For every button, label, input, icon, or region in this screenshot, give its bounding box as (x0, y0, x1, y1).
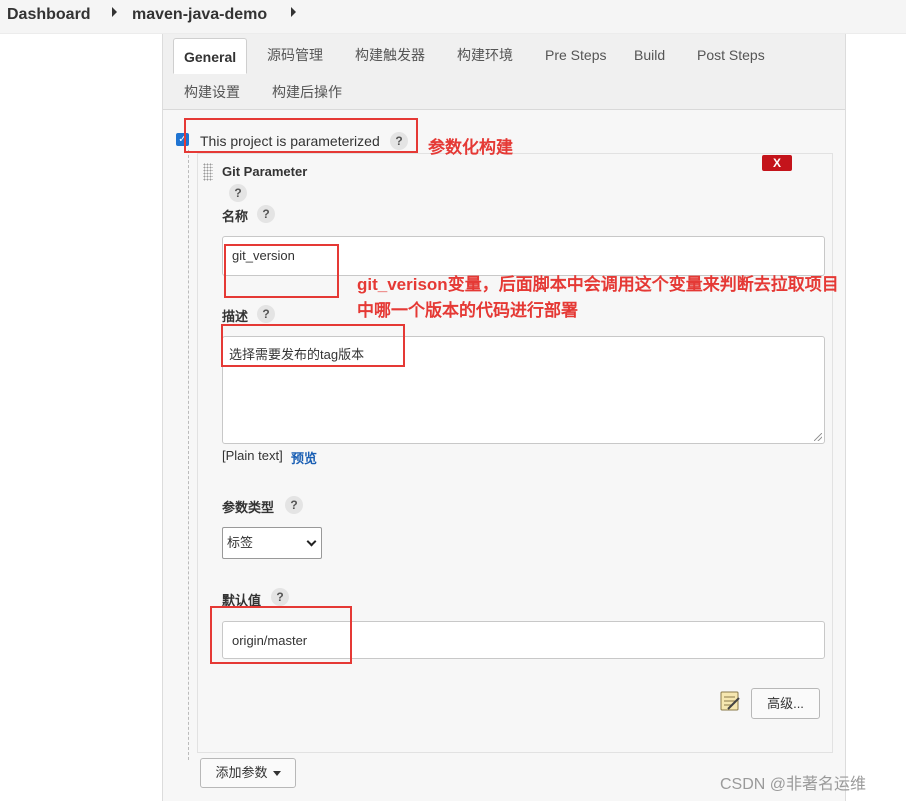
resize-grip-icon[interactable] (814, 433, 822, 441)
tab-build[interactable]: Build (624, 38, 675, 72)
tab-build-triggers[interactable]: 构建触发器 (345, 38, 435, 72)
tab-general[interactable]: General (173, 38, 248, 74)
breadcrumb: Dashboard maven-java-demo (0, 0, 906, 34)
name-label: 名称 (222, 209, 249, 224)
annotation-parameterized: 参数化构建 (428, 138, 513, 157)
breadcrumb-separator-icon[interactable] (112, 7, 117, 17)
description-label: 描述 (222, 309, 249, 324)
advanced-button[interactable]: 高级... (751, 688, 820, 719)
caret-down-icon (272, 771, 281, 777)
chevron-down-icon (306, 536, 317, 547)
highlight-default-value (210, 606, 352, 664)
delete-parameter-button[interactable]: X (762, 155, 792, 171)
add-parameter-label: 添加参数 (215, 765, 268, 780)
help-icon[interactable]: ? (229, 184, 247, 202)
highlight-description (221, 324, 405, 367)
highlight-parameterized (184, 118, 418, 153)
plain-text-label: [Plain text] (222, 448, 283, 463)
watermark: CSDN @非著名运维 (720, 776, 867, 793)
drag-handle-icon[interactable] (203, 163, 213, 181)
tab-source-control[interactable]: 源码管理 (257, 38, 333, 72)
parameter-title: Git Parameter (222, 164, 308, 179)
tab-post-build-actions[interactable]: 构建后操作 (262, 75, 352, 109)
tab-pre-steps[interactable]: Pre Steps (535, 38, 616, 72)
breadcrumb-separator-icon[interactable] (291, 7, 296, 17)
breadcrumb-project[interactable]: maven-java-demo (132, 6, 267, 24)
param-type-label: 参数类型 (222, 500, 275, 515)
highlight-name (224, 244, 339, 298)
help-icon[interactable]: ? (285, 496, 303, 514)
tab-build-settings[interactable]: 构建设置 (174, 75, 250, 109)
annotation-name-line2: 中哪一个版本的代码进行部署 (357, 301, 578, 320)
notepad-icon[interactable] (719, 690, 741, 712)
help-icon[interactable]: ? (257, 205, 275, 223)
help-icon[interactable]: ? (271, 588, 289, 606)
preview-link[interactable]: 预览 (291, 448, 317, 467)
param-type-select[interactable]: 标签 (222, 527, 322, 559)
tab-bar: General 源码管理 构建触发器 构建环境 Pre Steps Build … (163, 34, 845, 110)
tab-build-environment[interactable]: 构建环境 (447, 38, 523, 72)
tab-post-steps[interactable]: Post Steps (687, 38, 775, 72)
annotation-name-line1: git_verison变量，后面脚本中会调用这个变量来判断去拉取项目 (357, 275, 839, 294)
breadcrumb-dashboard[interactable]: Dashboard (7, 6, 91, 24)
section-divider (188, 150, 189, 760)
param-type-value: 标签 (227, 535, 254, 550)
add-parameter-button[interactable]: 添加参数 (200, 758, 296, 788)
help-icon[interactable]: ? (257, 305, 275, 323)
